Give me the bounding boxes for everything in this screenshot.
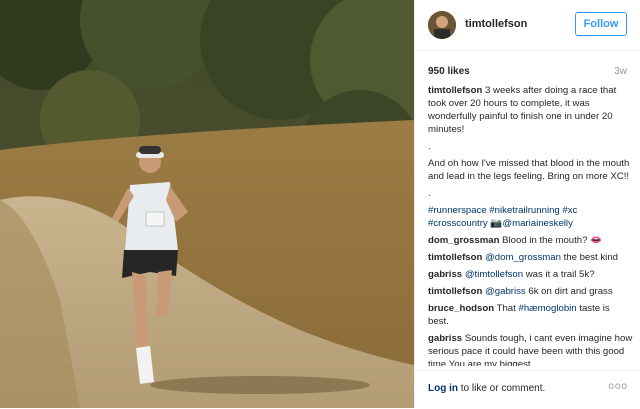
hashtag-runnerspace[interactable]: #runnerspace: [428, 205, 487, 216]
comment-username[interactable]: bruce_hodson: [428, 303, 494, 314]
caption-dot-1: .: [428, 141, 431, 152]
post-age[interactable]: 3w: [614, 66, 627, 77]
comment-username[interactable]: gabriss: [428, 269, 462, 280]
hashtag-niketrailrunning[interactable]: #niketrailrunning: [489, 205, 559, 216]
post-footer: Log in to like or comment. ooo: [415, 370, 640, 409]
comment: gabriss Sounds tough, i cant even imagin…: [428, 332, 633, 366]
comment: gabriss @timtollefson was it a trail 5k?: [428, 268, 633, 281]
comment-username[interactable]: dom_grossman: [428, 235, 499, 246]
camera-emoji-icon: 📷: [490, 218, 503, 229]
comment-mention[interactable]: @dom_grossman: [485, 252, 561, 263]
comment-text: the best kind: [560, 252, 618, 263]
comment: dom_grossman Blood in the mouth? 👄: [428, 234, 633, 247]
comment-text: Blood in the mouth? 👄: [502, 235, 603, 246]
login-prompt: Log in to like or comment.: [428, 383, 545, 394]
likes-count[interactable]: 950 likes: [428, 66, 470, 77]
more-options-icon[interactable]: ooo: [608, 381, 628, 392]
login-link[interactable]: Log in: [428, 383, 458, 394]
runner-photo: [0, 0, 414, 408]
comment: bruce_hodson That #hæmoglobin taste is b…: [428, 302, 633, 328]
comment-username[interactable]: timtollefson: [428, 286, 482, 297]
avatar[interactable]: [428, 11, 456, 39]
follow-button[interactable]: Follow: [575, 12, 627, 36]
comment-text: 6k on dirt and grass: [525, 286, 613, 297]
comment: timtollefson @dom_grossman the best kind: [428, 251, 633, 264]
instagram-post: timtollefson Follow 950 likes 3w timtoll…: [0, 0, 640, 408]
avatar-image: [428, 11, 456, 39]
comment-list: timtollefson 3 weeks after doing a race …: [428, 84, 633, 366]
comment-username[interactable]: timtollefson: [428, 252, 482, 263]
caption-username[interactable]: timtollefson: [428, 85, 482, 96]
post-photo: [0, 0, 414, 408]
comment-mention[interactable]: @timtollefson: [465, 269, 523, 280]
caption: timtollefson 3 weeks after doing a race …: [428, 84, 633, 230]
post-header: timtollefson Follow: [415, 0, 640, 51]
login-prompt-text: to like or comment.: [458, 383, 546, 394]
caption-text-2: And oh how I've missed that blood in the…: [428, 158, 630, 182]
comment: timtollefson @gabriss 6k on dirt and gra…: [428, 285, 633, 298]
post-sidebar: timtollefson Follow 950 likes 3w timtoll…: [414, 0, 640, 408]
hashtag-xc[interactable]: #xc: [562, 205, 577, 216]
comment-text: was it a trail 5k?: [523, 269, 595, 280]
comment-mention[interactable]: @gabriss: [485, 286, 526, 297]
hashtag-crosscountry[interactable]: #crosscountry: [428, 218, 488, 229]
comment-text: That: [496, 303, 519, 314]
mention-mariaineskelly[interactable]: @mariaineskelly: [502, 218, 573, 229]
comment-username[interactable]: gabriss: [428, 333, 462, 344]
comment-hashtag[interactable]: #hæmoglobin: [518, 303, 576, 314]
post-username[interactable]: timtollefson: [465, 18, 527, 30]
caption-dot-2: .: [428, 188, 431, 199]
